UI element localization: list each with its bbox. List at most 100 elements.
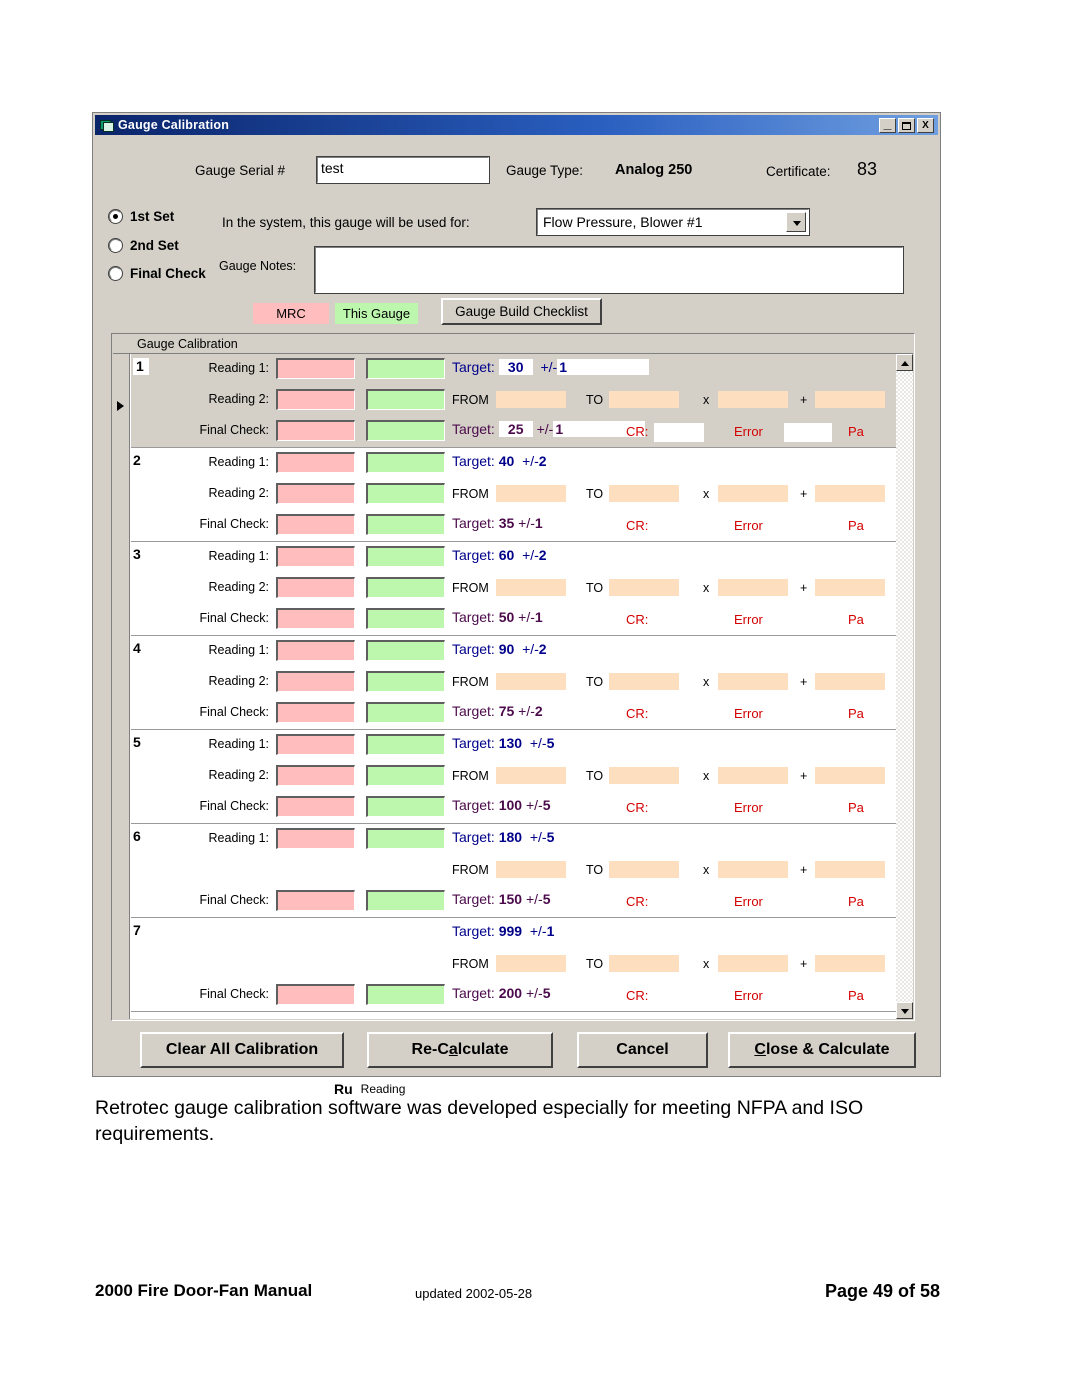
error-field[interactable]	[784, 423, 832, 442]
target-final-value[interactable]: 25	[498, 421, 533, 437]
this-gauge-reading-field[interactable]	[366, 796, 445, 817]
from-field[interactable]	[496, 579, 566, 596]
table-row[interactable]: 7 Target: 999 +/-1 FROM TO x + Final Check: Tar…	[131, 918, 896, 1012]
table-row[interactable]: 6 Reading 1: Target: 180 +/-5 FROM TO x + Final…	[131, 824, 896, 918]
recalculate-button[interactable]: Re-Calculate	[367, 1032, 553, 1068]
this-gauge-reading-field[interactable]	[366, 546, 445, 567]
offset-field[interactable]	[815, 955, 885, 972]
radio-final-check[interactable]: Final Check	[108, 266, 206, 281]
mrc-reading-field[interactable]	[276, 358, 355, 379]
this-gauge-reading-field[interactable]	[366, 734, 445, 755]
to-field[interactable]	[609, 955, 679, 972]
mrc-reading-field[interactable]	[276, 389, 355, 410]
multiplier-field[interactable]	[718, 579, 788, 596]
table-row[interactable]: 2 Reading 1: Target: 40 +/-2 Reading 2: FROM…	[131, 448, 896, 542]
target-primary-value[interactable]: 30	[498, 359, 533, 375]
offset-field[interactable]	[815, 579, 885, 596]
mrc-reading-field[interactable]	[276, 608, 355, 629]
from-field[interactable]	[496, 767, 566, 784]
mrc-reading-field[interactable]	[276, 765, 355, 786]
this-gauge-reading-field[interactable]	[366, 577, 445, 598]
mrc-reading-field[interactable]	[276, 734, 355, 755]
plus-label: +	[800, 675, 808, 689]
radio-2nd-set[interactable]: 2nd Set	[108, 238, 179, 253]
multiplier-field[interactable]	[718, 391, 788, 408]
to-field[interactable]	[609, 861, 679, 878]
mrc-reading-field[interactable]	[276, 828, 355, 849]
scroll-down-button[interactable]	[896, 1002, 913, 1019]
target-primary-value: 180	[498, 829, 523, 845]
mrc-reading-field[interactable]	[276, 483, 355, 504]
mrc-reading-field[interactable]	[276, 702, 355, 723]
mrc-reading-field[interactable]	[276, 984, 355, 1005]
this-gauge-reading-field[interactable]	[366, 640, 445, 661]
clear-all-calibration-button[interactable]: Clear All Calibration	[140, 1032, 344, 1068]
cr-field[interactable]	[654, 423, 704, 442]
this-gauge-reading-field[interactable]	[366, 671, 445, 692]
calculation-line: FROM TO x +	[452, 766, 890, 788]
this-gauge-reading-field[interactable]	[366, 890, 445, 911]
gauge-serial-input[interactable]: test	[316, 156, 490, 184]
mrc-reading-field[interactable]	[276, 420, 355, 441]
to-field[interactable]	[609, 391, 679, 408]
multiplier-field[interactable]	[718, 861, 788, 878]
to-field[interactable]	[609, 673, 679, 690]
mrc-reading-field[interactable]	[276, 577, 355, 598]
cancel-button[interactable]: Cancel	[577, 1032, 708, 1068]
mrc-reading-field[interactable]	[276, 890, 355, 911]
table-row[interactable]: 3 Reading 1: Target: 60 +/-2 Reading 2: FROM…	[131, 542, 896, 636]
this-gauge-reading-field[interactable]	[366, 702, 445, 723]
mrc-reading-field[interactable]	[276, 514, 355, 535]
to-field[interactable]	[609, 485, 679, 502]
this-gauge-reading-field[interactable]	[366, 514, 445, 535]
maximize-button[interactable]	[898, 117, 915, 133]
mrc-reading-field[interactable]	[276, 640, 355, 661]
close-button[interactable]: X	[917, 117, 934, 133]
mrc-reading-field[interactable]	[276, 671, 355, 692]
this-gauge-reading-field[interactable]	[366, 420, 445, 441]
tolerance-primary-value[interactable]: 1	[557, 359, 650, 375]
minimize-button[interactable]: _	[879, 116, 896, 133]
multiplier-field[interactable]	[718, 485, 788, 502]
window-titlebar[interactable]: Gauge Calibration _ X	[95, 115, 938, 135]
multiplier-field[interactable]	[718, 767, 788, 784]
table-row[interactable]: 4 Reading 1: Target: 90 +/-2 Reading 2: FROM…	[131, 636, 896, 730]
used-for-dropdown[interactable]: Flow Pressure, Blower #1	[536, 208, 810, 236]
offset-field[interactable]	[815, 673, 885, 690]
radio-1st-set[interactable]: 1st Set	[108, 209, 174, 224]
chevron-down-icon[interactable]	[786, 212, 806, 232]
offset-field[interactable]	[815, 767, 885, 784]
multiplier-field[interactable]	[718, 955, 788, 972]
gauge-notes-input[interactable]	[314, 246, 904, 294]
from-field[interactable]	[496, 485, 566, 502]
scroll-up-button[interactable]	[896, 354, 913, 371]
this-gauge-reading-field[interactable]	[366, 828, 445, 849]
record-selector-gutter[interactable]	[113, 354, 130, 1019]
to-field[interactable]	[609, 767, 679, 784]
offset-field[interactable]	[815, 391, 885, 408]
this-gauge-reading-field[interactable]	[366, 358, 445, 379]
this-gauge-reading-field[interactable]	[366, 389, 445, 410]
multiplier-field[interactable]	[718, 673, 788, 690]
scrollbar-track[interactable]	[896, 371, 913, 1002]
mrc-reading-field[interactable]	[276, 796, 355, 817]
this-gauge-reading-field[interactable]	[366, 483, 445, 504]
offset-field[interactable]	[815, 485, 885, 502]
this-gauge-reading-field[interactable]	[366, 765, 445, 786]
from-field[interactable]	[496, 861, 566, 878]
from-field[interactable]	[496, 955, 566, 972]
from-field[interactable]	[496, 391, 566, 408]
this-gauge-reading-field[interactable]	[366, 608, 445, 629]
close-and-calculate-button[interactable]: Close & Calculate	[728, 1032, 916, 1068]
table-row[interactable]: 5 Reading 1: Target: 130 +/-5 Reading 2: FRO…	[131, 730, 896, 824]
to-field[interactable]	[609, 579, 679, 596]
gauge-build-checklist-button[interactable]: Gauge Build Checklist	[441, 298, 602, 325]
this-gauge-reading-field[interactable]	[366, 452, 445, 473]
mrc-reading-field[interactable]	[276, 546, 355, 567]
mrc-reading-field[interactable]	[276, 452, 355, 473]
this-gauge-reading-field[interactable]	[366, 984, 445, 1005]
grid-vertical-scrollbar[interactable]	[896, 354, 913, 1019]
offset-field[interactable]	[815, 861, 885, 878]
from-field[interactable]	[496, 673, 566, 690]
table-row[interactable]: 1 Reading 1: Target: 30 +/- 1 Reading 2: FROM…	[131, 354, 896, 448]
